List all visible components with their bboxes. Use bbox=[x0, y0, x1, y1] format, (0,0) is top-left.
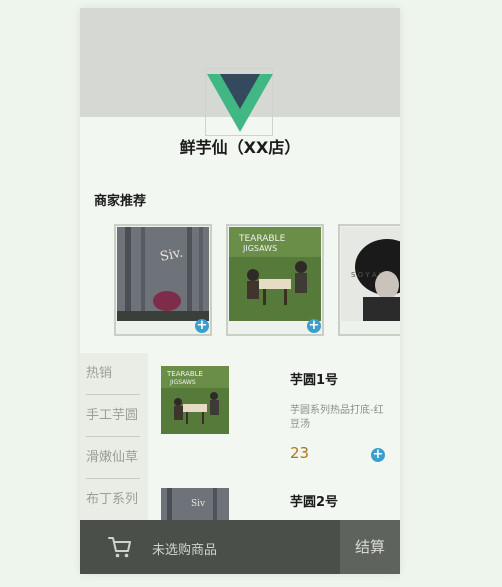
cart-icon[interactable] bbox=[107, 534, 133, 560]
phone-frame: 鲜芋仙（XX店） 商家推荐 Siv. + TEARABLE JIGSAWS + … bbox=[80, 8, 400, 574]
product-image: TEARABLE JIGSAWS bbox=[229, 227, 321, 321]
add-to-cart-button[interactable]: + bbox=[307, 319, 321, 333]
recommend-item[interactable]: TEARABLE JIGSAWS + bbox=[226, 224, 324, 336]
product-image: Siv. bbox=[117, 227, 209, 321]
shop-logo bbox=[205, 68, 273, 136]
goods-name: 芋圆2号 bbox=[290, 495, 339, 510]
recommend-title: 商家推荐 bbox=[94, 194, 147, 209]
goods-name: 芋圆1号 bbox=[290, 373, 339, 388]
svg-text:JIGSAWS: JIGSAWS bbox=[169, 379, 196, 386]
cart-status-text: 未选购商品 bbox=[152, 543, 218, 558]
checkout-button[interactable]: 结算 bbox=[340, 520, 400, 574]
svg-text:JIGSAWS: JIGSAWS bbox=[242, 244, 277, 253]
svg-text:TEARABLE: TEARABLE bbox=[166, 370, 203, 378]
recommend-item[interactable]: Siv. + bbox=[114, 224, 212, 336]
goods-price: 23 bbox=[290, 444, 310, 462]
category-item-grass-jelly[interactable]: 滑嫩仙草 bbox=[86, 437, 140, 479]
goods-description: 芋圆系列热品打底-红豆汤 bbox=[290, 405, 384, 430]
add-to-cart-button[interactable]: + bbox=[195, 319, 209, 333]
recommend-list[interactable]: Siv. + TEARABLE JIGSAWS + S O Y A L bbox=[114, 224, 400, 336]
recommend-item[interactable]: S O Y A L + bbox=[338, 224, 400, 336]
category-item-hot[interactable]: 热销 bbox=[86, 353, 140, 395]
shop-title: 鲜芋仙（XX店） bbox=[179, 138, 301, 157]
category-sidebar: 热销 手工芋圆 滑嫩仙草 布丁系列 bbox=[80, 353, 148, 528]
svg-text:TEARABLE: TEARABLE bbox=[238, 234, 286, 244]
product-image: S O Y A L bbox=[341, 227, 400, 321]
goods-image: TEARABLE JIGSAWS bbox=[161, 366, 229, 434]
category-item-handmade-taro-balls[interactable]: 手工芋圆 bbox=[86, 395, 140, 437]
svg-text:Siv: Siv bbox=[191, 499, 206, 509]
cart-bar: 未选购商品 结算 bbox=[80, 520, 400, 574]
category-item-pudding[interactable]: 布丁系列 bbox=[86, 479, 140, 521]
add-to-cart-button[interactable]: + bbox=[371, 448, 385, 462]
